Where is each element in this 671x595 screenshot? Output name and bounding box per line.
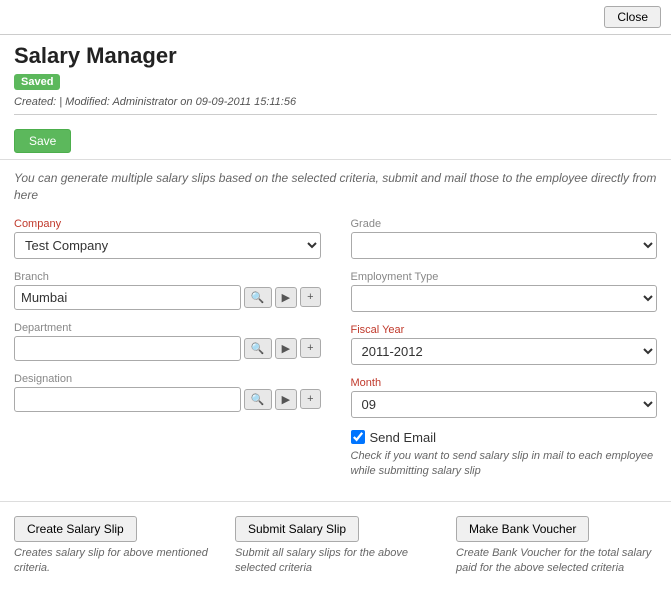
fiscal-year-label: Fiscal Year bbox=[351, 324, 658, 336]
send-email-label: Send Email bbox=[370, 430, 436, 445]
create-action-desc: Creates salary slip for above mentioned … bbox=[14, 546, 215, 576]
bank-action-group: Make Bank Voucher Create Bank Voucher fo… bbox=[456, 516, 657, 576]
meta-info: Created: | Modified: Administrator on 09… bbox=[14, 96, 296, 108]
form-area: Company Test Company Branch 🔍 ▶ + Depart… bbox=[0, 208, 671, 502]
close-button[interactable]: Close bbox=[604, 6, 661, 28]
designation-group: Designation 🔍 ▶ + bbox=[14, 373, 321, 412]
top-bar: Close bbox=[0, 0, 671, 35]
branch-input[interactable] bbox=[14, 285, 241, 310]
employment-type-group: Employment Type bbox=[351, 271, 658, 312]
create-salary-slip-button[interactable]: Create Salary Slip bbox=[14, 516, 137, 542]
designation-add-icon[interactable]: + bbox=[300, 389, 320, 409]
department-input[interactable] bbox=[14, 336, 241, 361]
branch-add-icon[interactable]: + bbox=[300, 287, 320, 307]
page-title: Salary Manager bbox=[14, 43, 657, 69]
department-label: Department bbox=[14, 322, 321, 334]
branch-search-icon[interactable]: 🔍 bbox=[244, 287, 272, 308]
department-arrow-icon[interactable]: ▶ bbox=[275, 338, 297, 359]
branch-label: Branch bbox=[14, 271, 321, 283]
designation-input[interactable] bbox=[14, 387, 241, 412]
grade-group: Grade bbox=[351, 218, 658, 259]
saved-badge: Saved bbox=[14, 74, 60, 90]
form-left-col: Company Test Company Branch 🔍 ▶ + Depart… bbox=[14, 218, 321, 492]
save-button[interactable]: Save bbox=[14, 129, 71, 153]
form-right-col: Grade Employment Type Fiscal Year 2011-2… bbox=[351, 218, 658, 492]
designation-arrow-icon[interactable]: ▶ bbox=[275, 389, 297, 410]
employment-type-select[interactable] bbox=[351, 285, 658, 312]
branch-group: Branch 🔍 ▶ + bbox=[14, 271, 321, 310]
description: You can generate multiple salary slips b… bbox=[0, 160, 671, 208]
submit-action-group: Submit Salary Slip Submit all salary sli… bbox=[235, 516, 436, 576]
designation-label: Designation bbox=[14, 373, 321, 385]
header-section: Salary Manager Saved Created: | Modified… bbox=[0, 35, 671, 125]
department-add-icon[interactable]: + bbox=[300, 338, 320, 358]
branch-arrow-icon[interactable]: ▶ bbox=[275, 287, 297, 308]
send-email-checkbox[interactable] bbox=[351, 430, 365, 444]
designation-search-icon[interactable]: 🔍 bbox=[244, 389, 272, 410]
fiscal-year-select[interactable]: 2011-2012 bbox=[351, 338, 658, 365]
month-label: Month bbox=[351, 377, 658, 389]
department-group: Department 🔍 ▶ + bbox=[14, 322, 321, 361]
employment-type-label: Employment Type bbox=[351, 271, 658, 283]
send-email-group: Send Email Check if you want to send sal… bbox=[351, 430, 658, 480]
submit-action-desc: Submit all salary slips for the above se… bbox=[235, 546, 436, 576]
send-email-hint: Check if you want to send salary slip in… bbox=[351, 449, 658, 480]
month-group: Month 09 bbox=[351, 377, 658, 418]
submit-salary-slip-button[interactable]: Submit Salary Slip bbox=[235, 516, 359, 542]
company-select[interactable]: Test Company bbox=[14, 232, 321, 259]
bank-action-desc: Create Bank Voucher for the total salary… bbox=[456, 546, 657, 576]
save-bar: Save bbox=[0, 125, 671, 160]
make-bank-voucher-button[interactable]: Make Bank Voucher bbox=[456, 516, 589, 542]
month-select[interactable]: 09 bbox=[351, 391, 658, 418]
create-action-group: Create Salary Slip Creates salary slip f… bbox=[14, 516, 215, 576]
company-group: Company Test Company bbox=[14, 218, 321, 259]
department-search-icon[interactable]: 🔍 bbox=[244, 338, 272, 359]
grade-label: Grade bbox=[351, 218, 658, 230]
grade-select[interactable] bbox=[351, 232, 658, 259]
fiscal-year-group: Fiscal Year 2011-2012 bbox=[351, 324, 658, 365]
company-label: Company bbox=[14, 218, 321, 230]
actions-area: Create Salary Slip Creates salary slip f… bbox=[0, 501, 671, 590]
